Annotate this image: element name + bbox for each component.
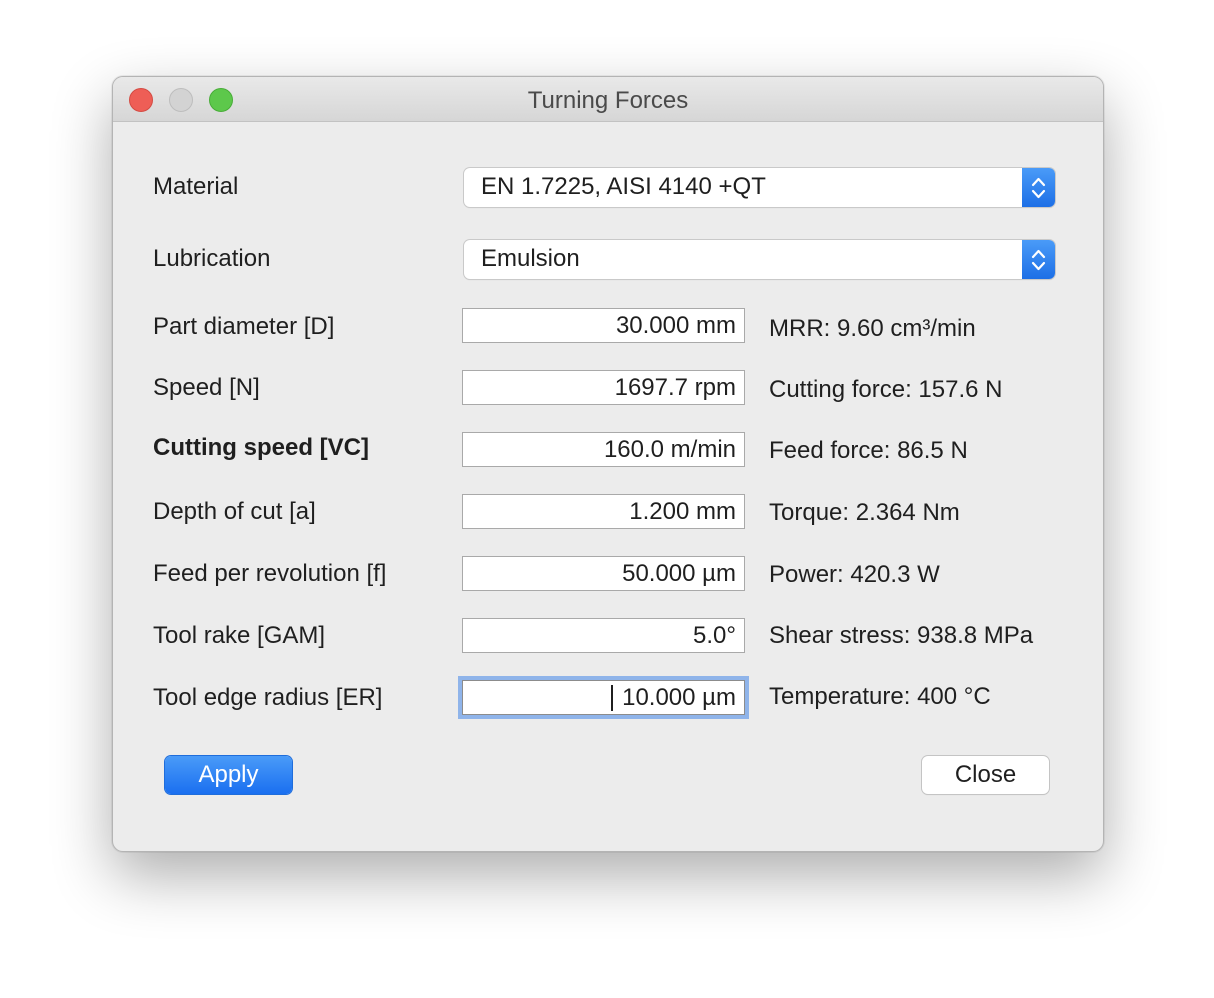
- part-diameter-field[interactable]: 30.000 mm: [462, 308, 745, 343]
- cutting-speed-label: Cutting speed [VC]: [153, 434, 369, 461]
- power-result: Power: 420.3 W: [769, 561, 940, 588]
- torque-result: Torque: 2.364 Nm: [769, 499, 960, 526]
- feed-force-result: Feed force: 86.5 N: [769, 437, 968, 464]
- apply-button[interactable]: Apply: [165, 756, 292, 794]
- turning-forces-dialog: Turning Forces Material EN 1.7225, AISI …: [112, 76, 1104, 852]
- tool-edge-radius-field[interactable]: 10.000 µm: [462, 680, 745, 715]
- speed-value: 1697.7 rpm: [614, 374, 736, 401]
- lubrication-chevron-updown-icon[interactable]: [1022, 240, 1055, 279]
- tool-edge-radius-value: 10.000 µm: [622, 684, 736, 711]
- part-diameter-label: Part diameter [D]: [153, 313, 335, 340]
- speed-label: Speed [N]: [153, 374, 260, 401]
- depth-of-cut-label: Depth of cut [a]: [153, 498, 316, 525]
- tool-rake-label: Tool rake [GAM]: [153, 622, 326, 649]
- tool-rake-field[interactable]: 5.0°: [462, 618, 745, 653]
- text-caret: [611, 685, 613, 711]
- title-bar[interactable]: Turning Forces: [113, 77, 1103, 122]
- cutting-speed-field[interactable]: 160.0 m/min: [462, 432, 745, 467]
- cutting-force-result: Cutting force: 157.6 N: [769, 376, 1003, 403]
- feed-per-revolution-field[interactable]: 50.000 µm: [462, 556, 745, 591]
- tool-edge-radius-label: Tool edge radius [ER]: [153, 684, 383, 711]
- mrr-result: MRR: 9.60 cm³/min: [769, 315, 976, 342]
- material-selected-value: EN 1.7225, AISI 4140 +QT: [481, 173, 766, 200]
- shear-stress-result: Shear stress: 938.8 MPa: [769, 622, 1034, 649]
- window-title: Turning Forces: [527, 87, 689, 114]
- lubrication-label: Lubrication: [153, 245, 271, 272]
- cutting-speed-value: 160.0 m/min: [603, 436, 736, 463]
- part-diameter-value: 30.000 mm: [615, 312, 736, 339]
- material-chevron-updown-icon[interactable]: [1022, 168, 1055, 207]
- tool-rake-value: 5.0°: [693, 622, 736, 649]
- feed-per-revolution-label: Feed per revolution [f]: [153, 560, 387, 587]
- lubrication-selected-value: Emulsion: [481, 245, 580, 272]
- feed-per-revolution-value: 50.000 µm: [622, 560, 736, 587]
- material-popup[interactable]: EN 1.7225, AISI 4140 +QT: [464, 168, 1055, 207]
- close-button[interactable]: Close: [922, 756, 1049, 794]
- speed-field[interactable]: 1697.7 rpm: [462, 370, 745, 405]
- temperature-result: Temperature: 400 °C: [769, 683, 991, 710]
- material-label: Material: [153, 173, 239, 200]
- lubrication-popup[interactable]: Emulsion: [464, 240, 1055, 279]
- depth-of-cut-value: 1.200 mm: [629, 498, 736, 525]
- depth-of-cut-field[interactable]: 1.200 mm: [462, 494, 745, 529]
